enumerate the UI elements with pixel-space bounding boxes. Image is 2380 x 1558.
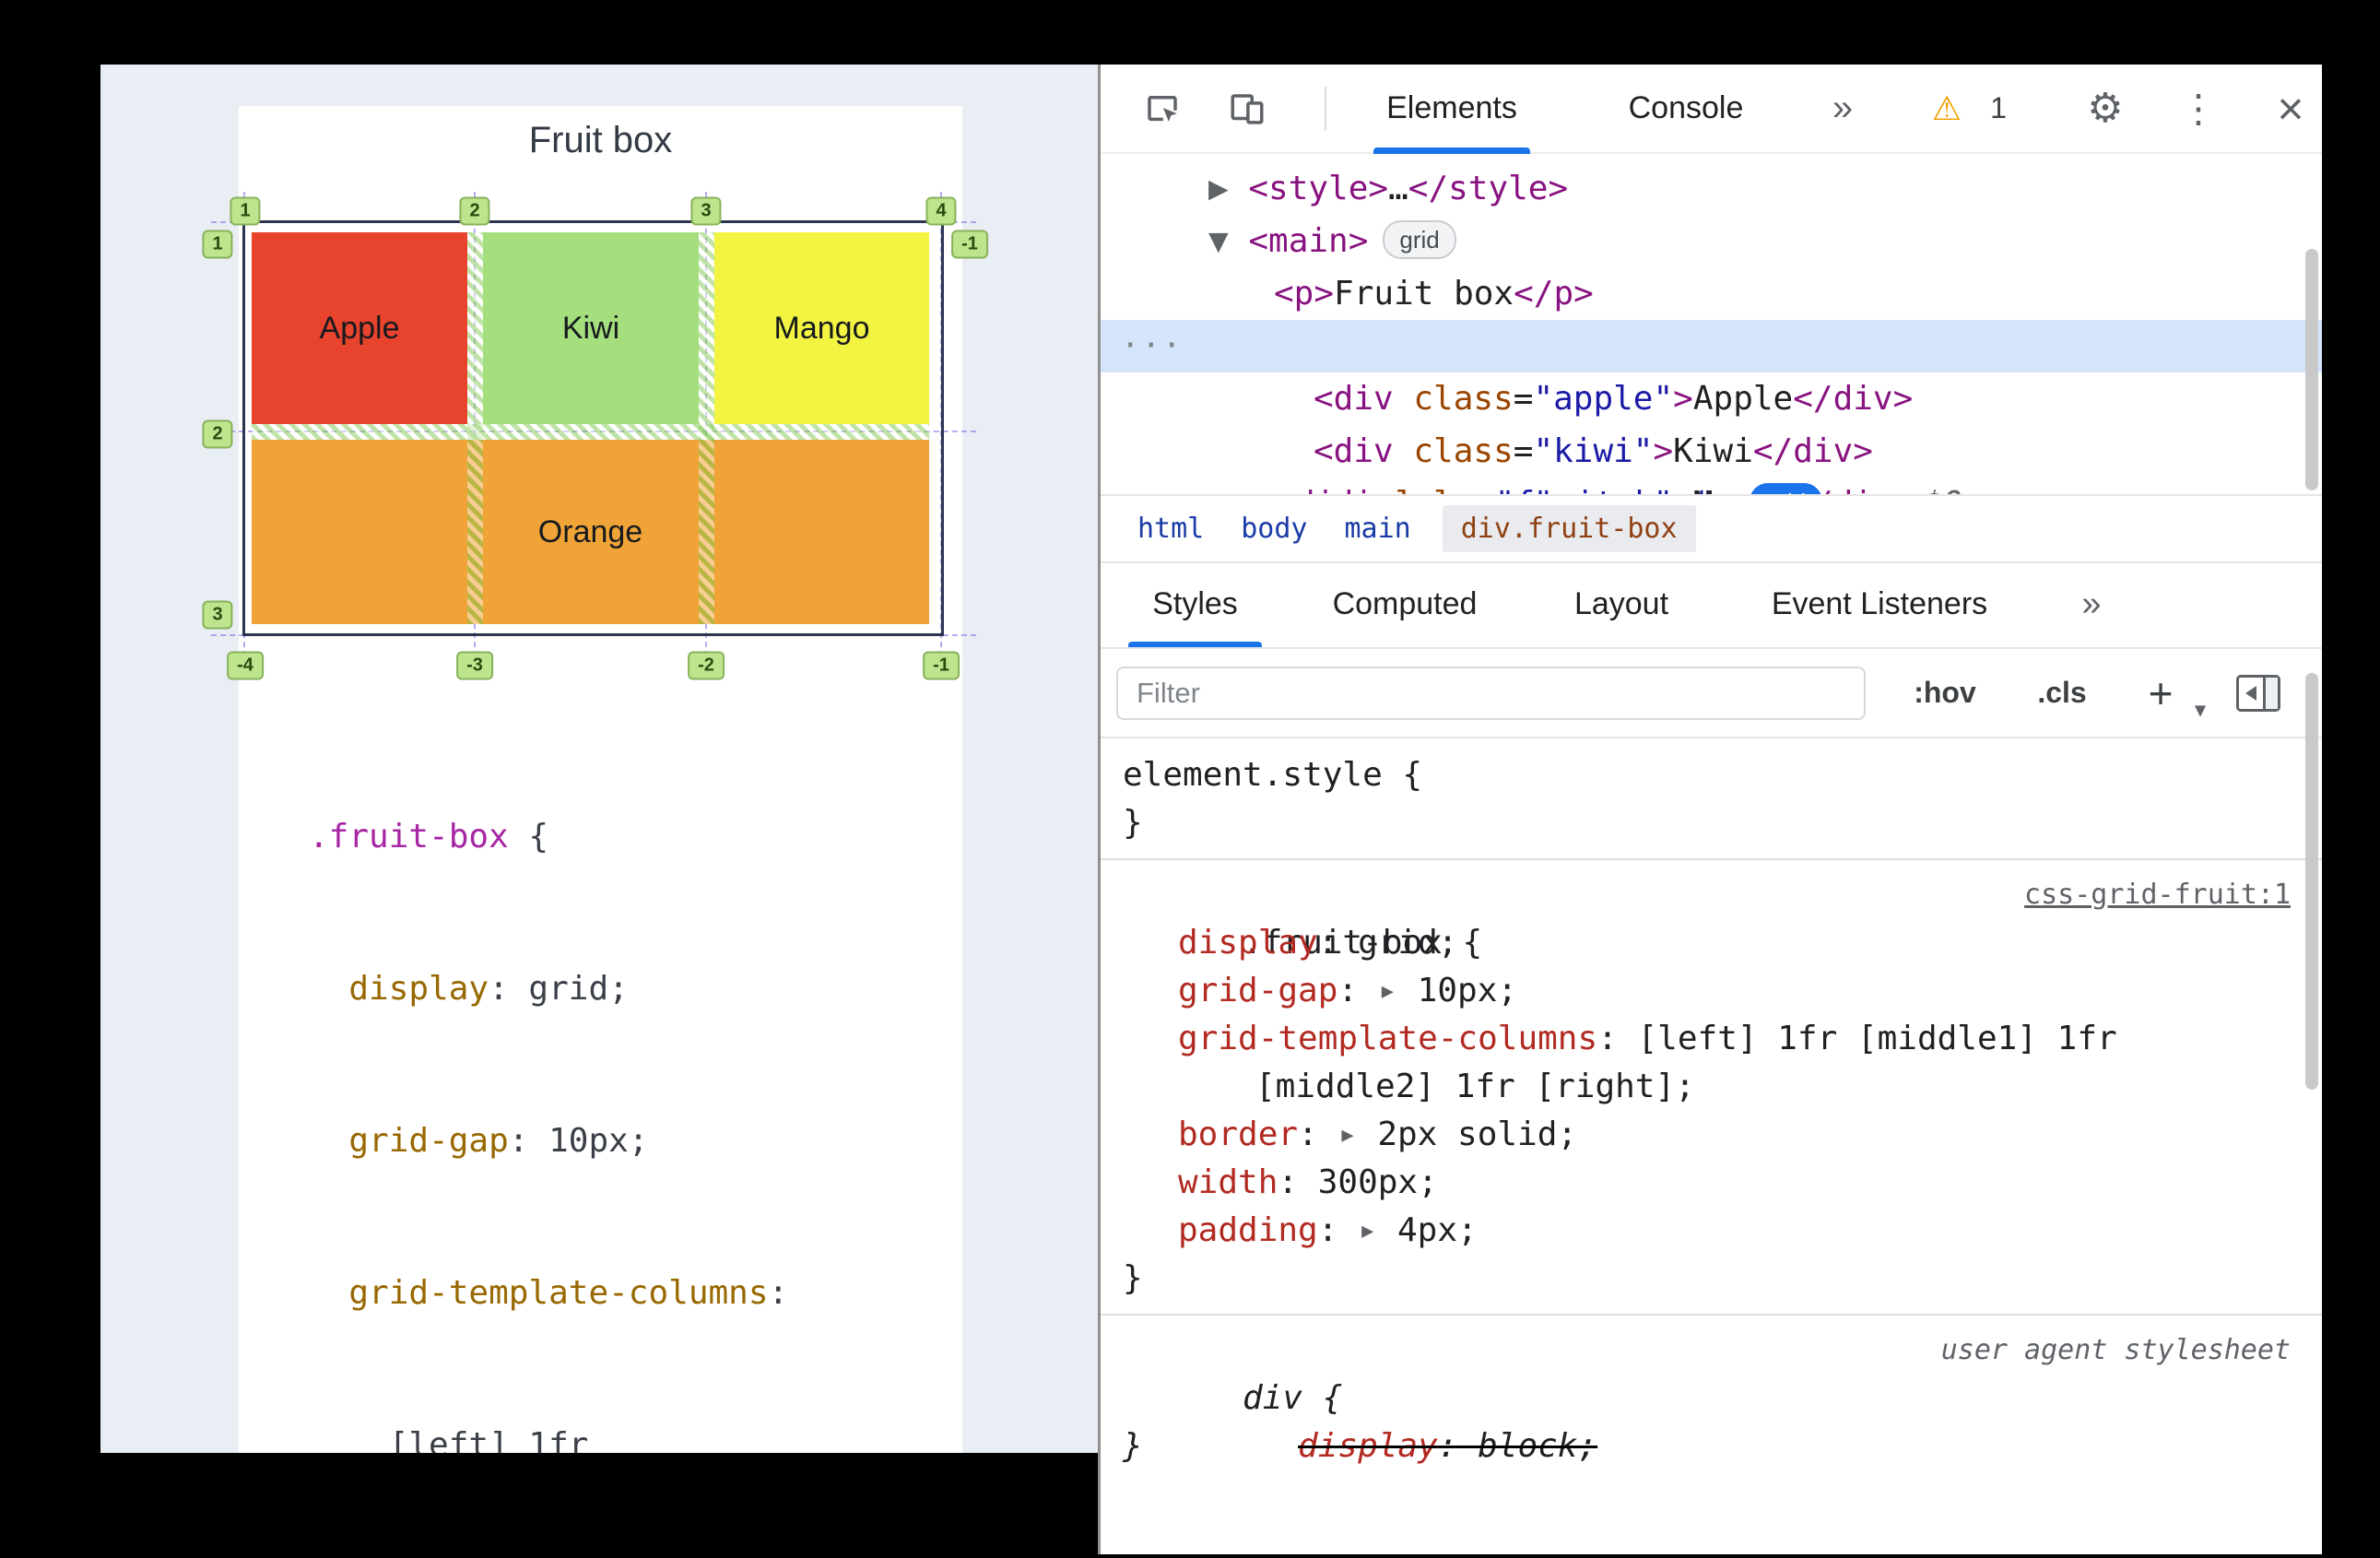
grid-line-chip: 2 [202,419,233,449]
apple-label: Apple [319,310,400,346]
tree-row-kiwi[interactable]: <div class="kiwi">Kiwi</div> [1101,425,2322,478]
user-agent-stylesheet-label: user agent stylesheet [1940,1334,2291,1366]
code-line: grid-template-columns: [348,1274,789,1312]
tree-row-mango-clipped[interactable]: <div class="mango">Mango</div> [1101,478,2322,494]
breadcrumb-main[interactable]: main [1345,513,1411,545]
tab-event-listeners[interactable]: Event Listeners [1750,563,2009,644]
active-tab-underline [1373,148,1530,154]
breadcrumb-body[interactable]: body [1241,513,1307,545]
rule-divider [1101,858,2322,860]
code-line: display: grid; [348,970,629,1008]
settings-gear-icon[interactable]: ⚙ [2073,65,2138,152]
styles-scrollbar-thumb[interactable] [2305,673,2318,1090]
grid-line-chip: -2 [688,651,725,680]
orange-label: Orange [537,513,643,549]
style-prop-display[interactable]: display: grid; [1101,919,2322,967]
tree-row-style[interactable]: ▶ <style>…</style> [1101,162,2322,215]
element-style-close: } [1123,804,1143,842]
stylesheet-source-link[interactable]: css-grid-fruit:1 [2024,871,2291,919]
grid-line-chip: -4 [227,651,264,680]
styles-filter-row: :hov .cls + ▾ [1101,649,2322,738]
page-title: Fruit box [528,120,673,160]
styles-filter-input[interactable] [1116,667,1866,720]
tab-computed[interactable]: Computed [1317,563,1492,644]
styles-tabbar: Styles Computed Layout Event Listeners » [1101,563,2322,649]
tab-elements[interactable]: Elements [1373,65,1530,152]
kebab-menu-icon[interactable]: ⋮ [2166,65,2231,152]
grid-line-chip: 1 [202,230,233,259]
code-line: [left] 1fr [309,1426,589,1453]
grid-cell-mango: Mango [714,232,929,424]
style-prop-padding[interactable]: padding: ▶ 4px; [1101,1207,2322,1255]
user-agent-rule-close: } [1123,1427,1143,1465]
style-prop-border[interactable]: border: ▶ 2px solid; [1101,1111,2322,1159]
code-line: .fruit-box { [309,818,549,856]
devtools-toolbar: Elements Console » ⚠ 1 ⚙ ⋮ × [1101,65,2322,154]
toggle-device-toolbar-icon[interactable] [1217,65,1278,152]
tree-row-apple[interactable]: <div class="apple">Apple</div> [1101,372,2322,425]
tree-row-fruit-box[interactable]: ··· ▼ <div class="fruit-box">grid == $0 [1101,320,2322,494]
fruit-box-rule-close: } [1123,1259,1143,1297]
style-prop-grid-gap[interactable]: grid-gap: ▶ 10px; [1101,967,2322,1015]
overflow-dots-icon[interactable]: ··· [1121,320,1183,372]
browser-viewport: Fruit box Apple Kiwi Mango Orange 1 2 3 … [100,65,1098,1453]
fruit-box-rule-open[interactable]: .fruit-box { css-grid-fruit:1 [1101,871,2322,962]
devtools-panel: Elements Console » ⚠ 1 ⚙ ⋮ × ▶ <style>…<… [1098,65,2322,1554]
page-code-block: .fruit-box { display: grid; grid-gap: 10… [309,710,868,1453]
grid-line-chip: 3 [690,196,722,226]
user-agent-rule-open[interactable]: div { user agent stylesheet [1101,1327,2322,1417]
grid-line-chip: 4 [925,196,957,226]
tree-row-p[interactable]: <p>Fruit box</p> [1101,267,2322,320]
mango-label: Mango [773,310,870,346]
kiwi-label: Kiwi [561,310,620,346]
breadcrumb-html[interactable]: html [1137,513,1204,545]
rule-divider [1101,1314,2322,1316]
more-styles-tabs-icon[interactable]: » [2055,563,2128,644]
tab-layout[interactable]: Layout [1557,563,1686,644]
grid-line-chip: -1 [923,651,960,680]
elements-tree: ▶ <style>…</style> ▼ <main> grid <p>Fruit… [1101,154,2322,494]
grid-line-chip: 1 [230,196,261,226]
tab-console[interactable]: Console [1598,65,1773,152]
breadcrumb-fruit-box[interactable]: div.fruit-box [1442,505,1696,552]
styles-pane: element.style { } .fruit-box { css-grid-… [1101,738,2322,1554]
grid-cell-kiwi: Kiwi [483,232,699,424]
style-prop-width[interactable]: width: 300px; [1101,1159,2322,1207]
tree-row-main[interactable]: ▼ <main> grid [1101,215,2322,267]
grid-cell-apple: Apple [252,232,467,424]
tab-styles[interactable]: Styles [1128,563,1262,644]
warning-icon[interactable]: ⚠ [1919,65,1974,152]
inspect-element-icon[interactable] [1132,65,1193,152]
grid-line-chip: -1 [951,230,988,259]
grid-line-chip: 2 [459,196,490,226]
code-line: grid-gap: 10px; [348,1122,649,1160]
element-style-open[interactable]: element.style { [1101,751,2322,799]
cls-button[interactable]: .cls [2011,649,2113,737]
toolbar-divider [1325,87,1326,131]
grid-gap-hatch [252,424,929,440]
close-devtools-icon[interactable]: × [2258,65,2323,152]
hov-button[interactable]: :hov [1893,649,1997,737]
grid-cell-orange: Orange [252,440,929,624]
breadcrumb: html body main div.fruit-box [1101,494,2322,563]
active-styles-tab-underline [1128,642,1262,647]
warning-count[interactable]: 1 [1978,65,2019,152]
grid-line-chip: -3 [456,651,493,680]
style-prop-display-overridden[interactable]: display: block; [1101,1375,2322,1465]
more-tabs-icon[interactable]: » [1810,65,1875,152]
tree-scrollbar-thumb[interactable] [2305,249,2318,490]
style-prop-grid-template-columns-wrap[interactable]: [middle2] 1fr [right]; [1101,1063,2322,1111]
grid-line-chip: 3 [202,600,233,630]
toggle-sidebar-icon[interactable] [2236,675,2280,712]
style-prop-grid-template-columns[interactable]: grid-template-columns: [left] 1fr [middl… [1101,1015,2322,1063]
